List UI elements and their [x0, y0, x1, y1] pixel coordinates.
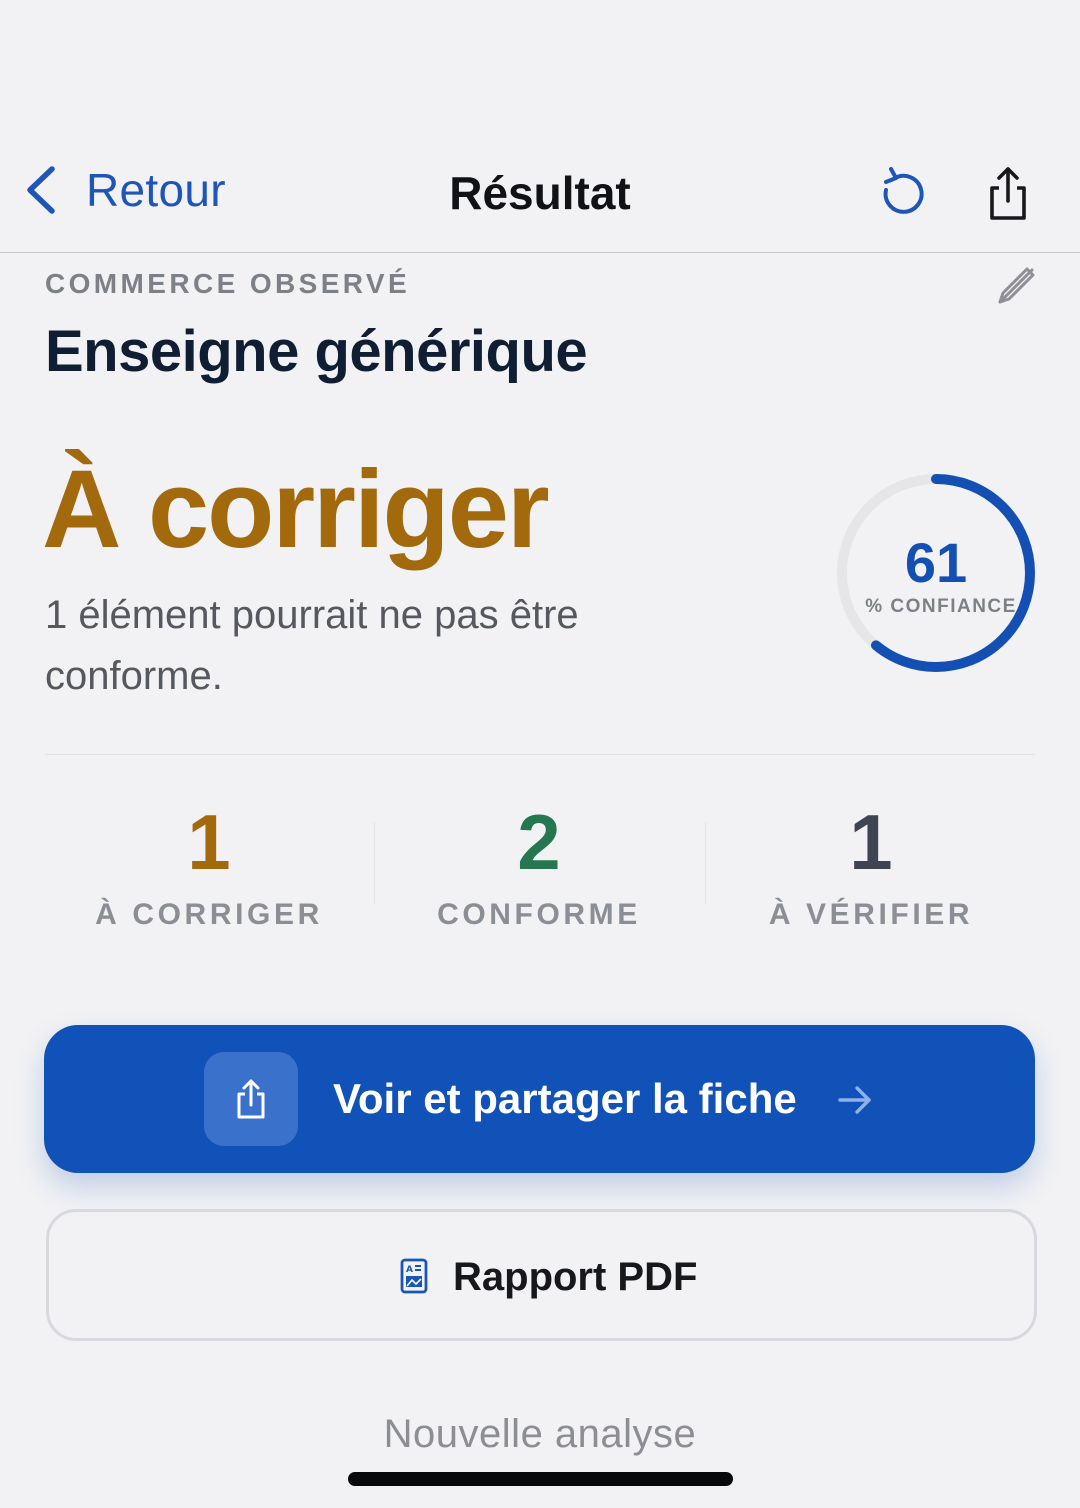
stat-value: 1 [849, 798, 893, 886]
refresh-icon [883, 167, 924, 214]
arrow-right-icon [838, 1086, 871, 1114]
pencil-icon [998, 267, 1035, 304]
share-icon-box [204, 1052, 298, 1146]
stat-to-verify: 1 À VÉRIFIER [706, 800, 1036, 932]
stat-value: 1 [187, 798, 231, 886]
primary-button-label: Voir et partager la fiche [333, 1075, 797, 1122]
result-screen: Retour Résultat COMMERCE OBSERVÉ Enseign… [0, 0, 1080, 1508]
store-name: Enseigne générique [45, 319, 588, 384]
commerce-overline: COMMERCE OBSERVÉ [45, 268, 411, 299]
view-share-sheet-button[interactable]: Voir et partager la fiche [44, 1025, 1035, 1173]
stat-value: 2 [517, 798, 561, 886]
navigation-bar: Retour Résultat [0, 130, 1080, 253]
document-icon: A [400, 1258, 428, 1294]
confidence-gauge: 61 % CONFIANCE [836, 472, 1036, 674]
edit-button[interactable] [994, 264, 1038, 308]
confidence-value: 61 [904, 531, 968, 594]
share-icon [990, 167, 1026, 220]
new-analysis-button[interactable]: Nouvelle analyse [0, 1412, 1080, 1457]
pdf-report-button[interactable]: A Rapport PDF [46, 1209, 1037, 1341]
stat-label: À VÉRIFIER [768, 898, 974, 931]
stat-label: À CORRIGER [95, 898, 323, 931]
svg-text:A: A [406, 1265, 413, 1275]
stat-to-fix: 1 À CORRIGER [44, 800, 374, 932]
share-icon [237, 1079, 265, 1119]
secondary-button-label: Rapport PDF [453, 1255, 698, 1299]
home-indicator [348, 1472, 733, 1486]
stat-label: CONFORME [437, 898, 641, 931]
verdict-description: 1 élément pourrait ne pas être conforme. [45, 593, 579, 698]
stat-compliant: 2 CONFORME [374, 800, 704, 932]
verdict-status: À corriger [42, 448, 550, 571]
share-button[interactable] [978, 164, 1038, 224]
refresh-button[interactable] [873, 164, 933, 224]
confidence-label: % CONFIANCE [865, 596, 1017, 617]
section-divider [45, 754, 1035, 755]
